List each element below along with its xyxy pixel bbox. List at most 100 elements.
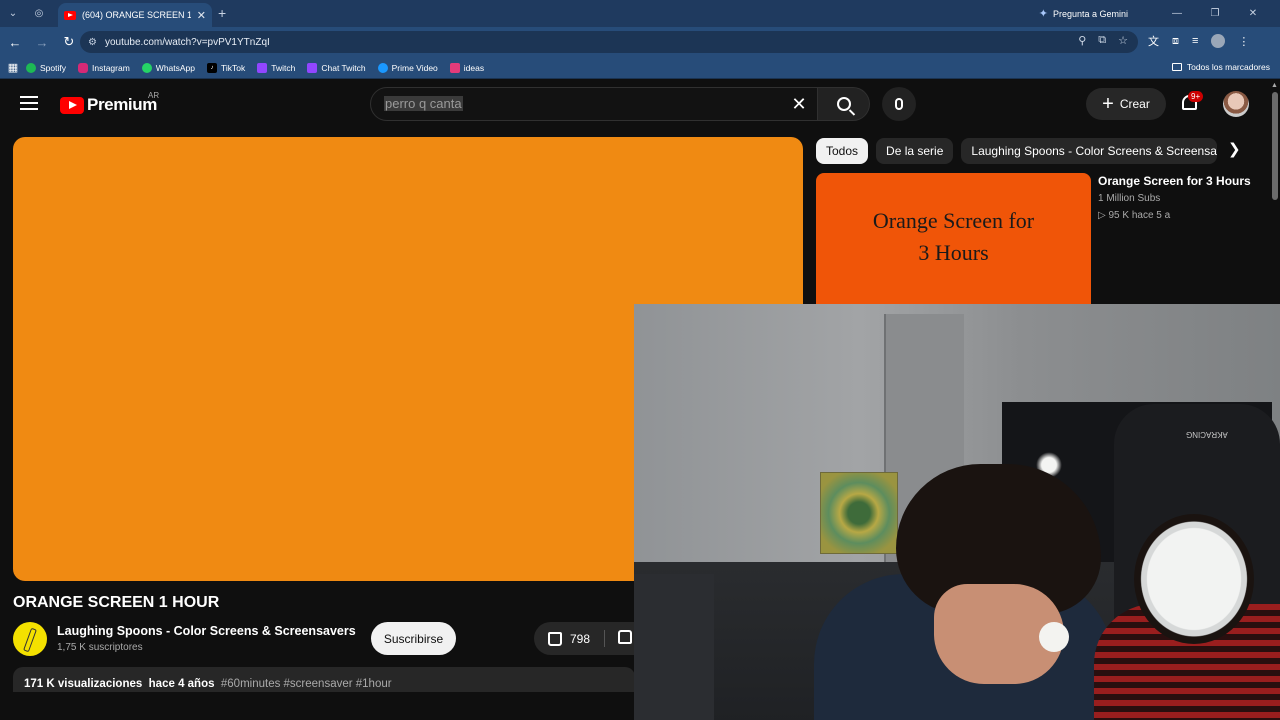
restore-icon[interactable]: ❐ bbox=[1202, 8, 1228, 19]
create-button[interactable]: + Crear bbox=[1086, 88, 1166, 120]
create-label: Crear bbox=[1119, 97, 1150, 111]
close-window-icon[interactable]: ✕ bbox=[1240, 8, 1266, 19]
notification-badge: 9+ bbox=[1188, 91, 1204, 102]
bookmark-ideas[interactable]: ideas bbox=[449, 62, 484, 73]
thumbs-up-icon bbox=[548, 631, 562, 646]
recommended-title[interactable]: Orange Screen for 3 Hours bbox=[1098, 174, 1251, 188]
webcam-person-right-head bbox=[1134, 514, 1254, 644]
bookmark-chat-twitch[interactable]: Chat Twitch bbox=[307, 62, 366, 73]
folder-icon bbox=[1171, 63, 1182, 71]
tab-search-icon[interactable]: ⌄ bbox=[0, 0, 26, 27]
webcam-overlay: AKRACING bbox=[634, 304, 1280, 720]
user-avatar[interactable] bbox=[1223, 91, 1249, 117]
search-icon bbox=[836, 97, 851, 111]
recommended-channel[interactable]: 1 Million Subs bbox=[1098, 193, 1160, 204]
view-count: 171 K visualizaciones bbox=[24, 678, 143, 690]
channel-name[interactable]: Laughing Spoons - Color Screens & Screen… bbox=[57, 624, 356, 638]
like-divider bbox=[604, 630, 605, 647]
search-query-text: perro q canta bbox=[384, 96, 463, 111]
apps-grid-icon[interactable]: ▦ bbox=[0, 61, 26, 74]
thumbnail-text-line1: Orange Screen for bbox=[872, 208, 1035, 233]
active-tab[interactable]: (604) ORANGE SCREEN 1 HOUR ✕ bbox=[58, 3, 212, 27]
scrollbar-thumb[interactable] bbox=[1272, 92, 1278, 200]
clear-search-icon[interactable]: ✕ bbox=[788, 93, 810, 115]
url-text: youtube.com/watch?v=pvPV1YTnZqI bbox=[104, 36, 270, 48]
whatsapp-icon bbox=[141, 62, 152, 73]
like-count: 798 bbox=[570, 631, 591, 646]
omnibox-icons: ⚲ ⧉ ☆ bbox=[1078, 34, 1128, 47]
ideas-icon bbox=[449, 62, 460, 73]
tab-title: (604) ORANGE SCREEN 1 HOUR bbox=[82, 10, 191, 20]
scroll-up-arrow-icon[interactable]: ▲ bbox=[1271, 82, 1278, 89]
translate-icon[interactable]: 文 bbox=[1148, 33, 1159, 49]
inactive-tab-icon[interactable]: ◎ bbox=[26, 0, 52, 27]
microphone-icon bbox=[895, 98, 903, 110]
youtube-play-icon bbox=[60, 96, 84, 114]
bookmark-spotify[interactable]: Spotify bbox=[26, 62, 66, 73]
bookmark-prime-video[interactable]: Prime Video bbox=[377, 62, 438, 73]
thumbnail-text-line2: 3 Hours bbox=[918, 240, 989, 265]
tiktok-icon: ♪ bbox=[207, 62, 218, 73]
hashtags[interactable]: #60minutes #screensaver #1hour bbox=[221, 678, 392, 690]
address-bar[interactable]: ⚙ youtube.com/watch?v=pvPV1YTnZqI ⚲ ⧉ ☆ bbox=[80, 31, 1138, 53]
reading-list-icon[interactable]: ≡ bbox=[1192, 35, 1198, 47]
profile-icon[interactable] bbox=[1211, 34, 1226, 48]
cast-icon[interactable]: ⧉ bbox=[1098, 34, 1106, 47]
site-info-icon[interactable]: ⚙ bbox=[88, 37, 97, 48]
webcam-cream bbox=[1039, 622, 1069, 652]
youtube-logo[interactable]: Premium AR bbox=[60, 91, 159, 115]
thumbs-down-icon[interactable] bbox=[618, 630, 632, 644]
upload-age: hace 4 años bbox=[148, 678, 215, 690]
instagram-icon bbox=[78, 62, 88, 73]
hamburger-menu-icon[interactable] bbox=[20, 96, 38, 110]
filter-chips: Todos De la serie Laughing Spoons - Colo… bbox=[816, 138, 1218, 164]
more-menu-icon[interactable]: ⋮ bbox=[1238, 35, 1249, 48]
gemini-button[interactable]: ✦ Pregunta a Gemini bbox=[1039, 7, 1128, 20]
toolbar-right: 文 ⧈ ≡ ⋮ bbox=[1148, 33, 1249, 49]
bookmark-star-icon[interactable]: ☆ bbox=[1118, 34, 1128, 47]
new-tab-icon[interactable]: + bbox=[218, 5, 226, 21]
twitch-icon bbox=[307, 62, 318, 73]
brand-text: Premium bbox=[87, 95, 157, 114]
video-title: ORANGE SCREEN 1 HOUR bbox=[13, 594, 220, 611]
youtube-favicon-icon bbox=[64, 10, 76, 20]
browser-toolbar: ← → ↻ ⚙ youtube.com/watch?v=pvPV1YTnZqI … bbox=[0, 27, 1280, 57]
bookmark-twitch[interactable]: Twitch bbox=[257, 62, 295, 73]
recommended-thumbnail[interactable]: Orange Screen for 3 Hours bbox=[816, 173, 1091, 304]
spotify-icon bbox=[26, 62, 36, 73]
youtube-header: Premium AR perro q canta ✕ + Crear 9+ bbox=[0, 80, 1270, 128]
webcam-painting bbox=[820, 472, 898, 554]
channel-avatar[interactable] bbox=[13, 622, 47, 656]
bookmark-instagram[interactable]: Instagram bbox=[78, 62, 130, 73]
recommended-meta: ▷ 95 K hace 5 a bbox=[1098, 210, 1171, 221]
subscribe-button[interactable]: Suscribirse bbox=[371, 622, 456, 655]
window-controls: ✦ Pregunta a Gemini — ❐ ✕ bbox=[1039, 0, 1280, 27]
channel-row: Laughing Spoons - Color Screens & Screen… bbox=[13, 622, 654, 658]
chair-logo: AKRACING bbox=[1186, 430, 1228, 439]
bookmarks-bar: ▦ Spotify Instagram WhatsApp ♪ TikTok Twi… bbox=[0, 57, 1280, 79]
minimize-icon[interactable]: — bbox=[1164, 8, 1190, 19]
webcam-chair-left bbox=[634, 574, 714, 720]
zoom-icon[interactable]: ⚲ bbox=[1078, 34, 1086, 47]
search-box: perro q canta ✕ bbox=[370, 87, 870, 121]
chip-all[interactable]: Todos bbox=[816, 138, 869, 164]
gemini-label: Pregunta a Gemini bbox=[1052, 8, 1128, 19]
voice-search-button[interactable] bbox=[882, 87, 916, 121]
search-button[interactable] bbox=[818, 87, 870, 121]
all-bookmarks[interactable]: Todos los marcadores bbox=[1171, 62, 1270, 72]
extensions-icon[interactable]: ⧈ bbox=[1172, 35, 1179, 48]
forward-icon[interactable]: → bbox=[30, 35, 54, 50]
prime-video-icon bbox=[377, 62, 388, 73]
bookmark-tiktok[interactable]: ♪ TikTok bbox=[207, 62, 245, 73]
bookmark-whatsapp[interactable]: WhatsApp bbox=[141, 62, 195, 73]
page-bottom bbox=[0, 692, 634, 720]
chevron-right-icon[interactable]: ❯ bbox=[1228, 140, 1246, 158]
back-icon[interactable]: ← bbox=[3, 35, 27, 50]
chip-channel[interactable]: Laughing Spoons - Color Screens & Screen… bbox=[961, 138, 1218, 164]
reload-icon[interactable]: ↻ bbox=[57, 34, 81, 50]
plus-icon: + bbox=[1102, 93, 1114, 115]
tab-close-icon[interactable]: ✕ bbox=[197, 9, 206, 22]
chip-from-series[interactable]: De la serie bbox=[876, 138, 954, 164]
subscriber-count: 1,75 K suscriptores bbox=[57, 642, 143, 653]
gemini-spark-icon: ✦ bbox=[1038, 8, 1048, 20]
